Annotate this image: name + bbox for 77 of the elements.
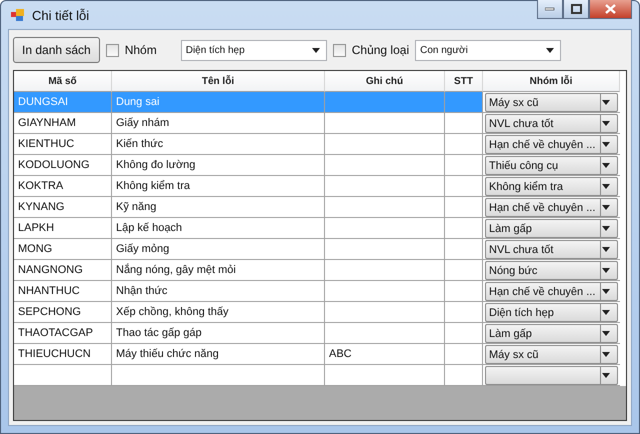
group-dropdown[interactable]: Diện tích hẹp: [180, 40, 327, 60]
print-list-button[interactable]: In danh sách: [13, 37, 100, 63]
minimize-icon: [545, 7, 555, 11]
table-cell: Xếp chồng, không thấy: [112, 302, 325, 323]
group-cell-dropdown[interactable]: Làm gấp: [485, 324, 618, 343]
table-cell: THIEUCHUCN: [14, 344, 112, 365]
group-cell-dropdown[interactable]: Thiếu công cụ: [485, 156, 618, 175]
column-header[interactable]: STT: [445, 71, 483, 92]
caret-icon: [602, 142, 610, 147]
group-cell-dropdown[interactable]: Nóng bức: [485, 261, 618, 280]
type-label: Chủng loại: [352, 43, 410, 57]
table-cell: Không đo lường: [112, 155, 325, 176]
table-cell: MONG: [14, 239, 112, 260]
table-cell: KIENTHUC: [14, 134, 112, 155]
caret-icon: [602, 247, 610, 252]
caret-icon: [602, 289, 610, 294]
caret-icon: [602, 373, 610, 378]
table-cell: SEPCHONG: [14, 302, 112, 323]
table-cell: LAPKH: [14, 218, 112, 239]
table-cell: KYNANG: [14, 197, 112, 218]
maximize-button[interactable]: [563, 0, 589, 19]
table-cell: Nhận thức: [112, 281, 325, 302]
column-header[interactable]: Mã số: [14, 71, 112, 92]
caret-icon: [602, 310, 610, 315]
table-cell: KOKTRA: [14, 176, 112, 197]
group-cell-dropdown[interactable]: NVL chưa tốt: [485, 240, 618, 259]
group-cell-dropdown[interactable]: Diện tích hẹp: [485, 303, 618, 322]
group-cell-dropdown[interactable]: Hạn chế về chuyên ...: [485, 282, 618, 301]
type-checkbox[interactable]: [332, 44, 346, 56]
table-cell: Không kiểm tra: [112, 176, 325, 197]
caret-icon: [546, 48, 554, 52]
caret-icon: [602, 100, 610, 105]
minimize-button[interactable]: [537, 0, 563, 19]
close-icon: [605, 4, 616, 14]
caret-icon: [602, 163, 610, 168]
table-cell: THAOTACGAP: [14, 323, 112, 344]
group-cell-dropdown[interactable]: Máy sx cũ: [485, 93, 618, 112]
table-cell: NANGNONG: [14, 260, 112, 281]
caret-icon: [602, 121, 610, 126]
caret-icon: [602, 331, 610, 336]
group-cell-dropdown[interactable]: Máy sx cũ: [485, 345, 618, 364]
table-cell: Nắng nóng, gây mệt mỏi: [112, 260, 325, 281]
caret-icon: [602, 184, 610, 189]
column-header[interactable]: Ghi chú: [325, 71, 445, 92]
table-cell: Máy thiếu chức năng: [112, 344, 325, 365]
column-header[interactable]: Tên lỗi: [112, 71, 325, 92]
table-cell: KODOLUONG: [14, 155, 112, 176]
group-cell-dropdown[interactable]: [485, 366, 618, 385]
maximize-icon: [570, 4, 582, 14]
close-button[interactable]: [589, 0, 632, 19]
group-cell-dropdown[interactable]: Làm gấp: [485, 219, 618, 238]
column-header[interactable]: Nhóm lỗi: [483, 71, 620, 92]
table-cell: Kỹ năng: [112, 197, 325, 218]
type-dropdown[interactable]: Con người: [415, 40, 562, 60]
table-cell: Giấy mỏng: [112, 239, 325, 260]
table-cell: Kiến thức: [112, 134, 325, 155]
table-cell: Giấy nhám: [112, 113, 325, 134]
table-cell: Thao tác gấp gáp: [112, 323, 325, 344]
table-cell: DUNGSAI: [14, 92, 112, 113]
group-cell-dropdown[interactable]: Hạn chế về chuyên ...: [485, 135, 618, 154]
table-cell: ABC: [325, 344, 445, 365]
caret-icon: [602, 226, 610, 231]
caret-icon: [312, 48, 320, 52]
table-cell: Dung sai: [112, 92, 325, 113]
group-cell-dropdown[interactable]: Hạn chế về chuyên ...: [485, 198, 618, 217]
group-cell-dropdown[interactable]: NVL chưa tốt: [485, 114, 618, 133]
caret-icon: [602, 268, 610, 273]
group-cell-dropdown[interactable]: Không kiểm tra: [485, 177, 618, 196]
group-checkbox[interactable]: [106, 44, 119, 56]
caret-icon: [602, 352, 610, 357]
group-label: Nhóm: [124, 43, 157, 57]
caret-icon: [602, 205, 610, 210]
table-cell: NHANTHUC: [14, 281, 112, 302]
table-cell: GIAYNHAM: [14, 113, 112, 134]
app-icon: [10, 7, 26, 23]
table-cell: Lập kế hoạch: [112, 218, 325, 239]
window-title: Chi tiết lỗi: [32, 8, 90, 22]
